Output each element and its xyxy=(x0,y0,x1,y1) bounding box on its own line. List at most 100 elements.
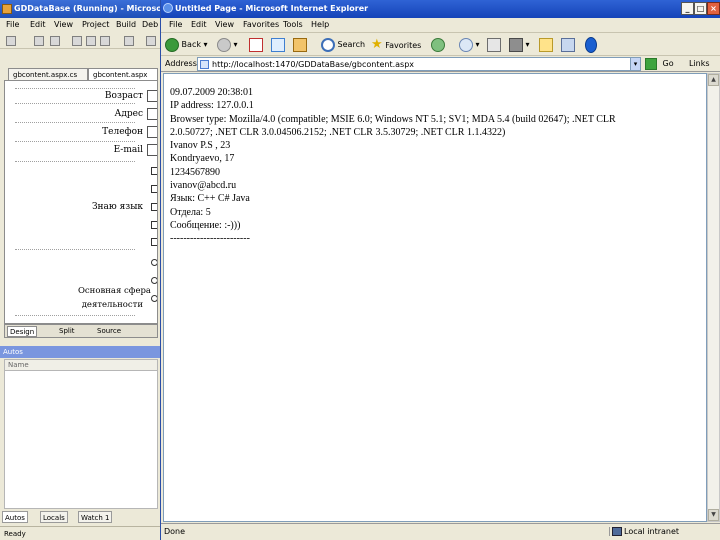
address-field[interactable] xyxy=(147,108,157,120)
stop-button[interactable] xyxy=(249,36,263,53)
status-zone: Local intranet xyxy=(609,527,679,536)
folder-button[interactable] xyxy=(539,36,553,53)
back-button[interactable]: Back ▾ xyxy=(165,36,208,53)
redo-icon[interactable] xyxy=(146,36,156,46)
mail-button[interactable]: ▾ xyxy=(459,36,480,53)
design-dotted-line xyxy=(15,249,135,250)
autos-column-name[interactable]: Name xyxy=(4,359,158,371)
scroll-down-icon[interactable]: ▼ xyxy=(708,509,719,521)
vs-menu-bar: File Edit View Project Build Deb xyxy=(0,18,162,33)
refresh-icon xyxy=(271,37,285,52)
vs-menu-file[interactable]: File xyxy=(6,20,19,29)
menu-view[interactable]: View xyxy=(215,20,234,29)
tab-autos[interactable]: Autos xyxy=(2,511,28,523)
vs-app-icon xyxy=(2,4,12,14)
save-icon[interactable] xyxy=(34,36,44,46)
copy-icon[interactable] xyxy=(86,36,96,46)
forward-button[interactable]: ▾ xyxy=(217,36,238,53)
forward-dropdown-icon[interactable]: ▾ xyxy=(234,40,238,49)
ie-menu-bar: File Edit View Favorites Tools Help xyxy=(161,18,720,33)
search-button[interactable]: Search xyxy=(321,36,365,53)
vs-menu-project[interactable]: Project xyxy=(82,20,109,29)
messenger-icon xyxy=(561,37,575,52)
content-line-ip: IP address: 127.0.0.1 xyxy=(170,100,254,112)
vs-menu-edit[interactable]: Edit xyxy=(30,20,46,29)
content-line-languages: Язык: C++ C# Java xyxy=(170,193,250,205)
menu-tools[interactable]: Tools xyxy=(283,20,303,29)
menu-edit[interactable]: Edit xyxy=(191,20,207,29)
vs-menu-debug[interactable]: Deb xyxy=(142,20,158,29)
tab-gbcontent-cs[interactable]: gbcontent.aspx.cs xyxy=(8,68,88,80)
language-checkbox-1[interactable] xyxy=(151,167,157,175)
close-button[interactable]: × xyxy=(707,2,720,15)
go-button[interactable]: Go xyxy=(645,57,674,71)
vs-title-bar[interactable]: GDDataBase (Running) - Microsoft Vi xyxy=(0,0,162,18)
edit-dropdown-icon[interactable]: ▾ xyxy=(526,40,530,49)
bluetooth-icon xyxy=(585,36,597,53)
vs-status-bar: Ready xyxy=(0,526,162,540)
design-dotted-line xyxy=(15,141,135,142)
email-field[interactable] xyxy=(147,144,157,156)
vs-title-text: GDDataBase (Running) - Microsoft Vi xyxy=(14,4,162,13)
tab-source[interactable]: Source xyxy=(95,326,123,337)
content-line-department: Отдела: 5 xyxy=(170,206,211,218)
tab-watch-1[interactable]: Watch 1 xyxy=(78,511,113,523)
cut-icon[interactable] xyxy=(72,36,82,46)
messenger-button[interactable] xyxy=(561,36,575,53)
address-dropdown-icon[interactable]: ▾ xyxy=(630,57,641,71)
undo-icon[interactable] xyxy=(124,36,134,46)
save-all-icon[interactable] xyxy=(50,36,60,46)
label-sphere-line1: Основная сфера xyxy=(77,286,151,296)
new-project-icon[interactable] xyxy=(6,36,16,46)
sphere-radio-2[interactable] xyxy=(151,277,157,284)
language-checkbox-4[interactable] xyxy=(151,221,157,229)
ie-title-bar[interactable]: Untitled Page - Microsoft Internet Explo… xyxy=(161,0,720,18)
label-languages: Знаю язык xyxy=(91,202,143,212)
tab-design[interactable]: Design xyxy=(7,326,38,337)
sphere-radio-3[interactable] xyxy=(151,295,157,302)
scroll-up-icon[interactable]: ▲ xyxy=(708,74,719,86)
label-email: E-mail xyxy=(113,145,143,155)
home-button[interactable] xyxy=(293,36,307,53)
content-line-address: Kondryaevo, 17 xyxy=(170,153,235,165)
bluetooth-button[interactable] xyxy=(585,36,597,53)
vertical-scrollbar[interactable]: ▲ ▼ xyxy=(707,73,720,522)
language-checkbox-2[interactable] xyxy=(151,185,157,193)
vs-menu-build[interactable]: Build xyxy=(116,20,136,29)
edit-button[interactable]: ▾ xyxy=(509,36,530,53)
home-icon xyxy=(293,37,307,52)
history-icon xyxy=(431,37,445,52)
language-checkbox-3[interactable] xyxy=(151,203,157,211)
mail-dropdown-icon[interactable]: ▾ xyxy=(476,40,480,49)
content-line-separator: ------------------------ xyxy=(170,233,250,245)
vs-menu-view[interactable]: View xyxy=(54,20,73,29)
tab-split[interactable]: Split xyxy=(57,326,77,337)
content-line-datetime: 09.07.2009 20:38:01 xyxy=(170,87,254,98)
vs-toolbar xyxy=(0,33,162,49)
address-url: http://localhost:1470/GDDataBase/gbconte… xyxy=(212,60,415,69)
paste-icon[interactable] xyxy=(100,36,110,46)
menu-favorites[interactable]: Favorites xyxy=(243,20,279,29)
vs-design-surface: Возраст Адрес Телефон E-mail Знаю язык О… xyxy=(4,80,158,324)
menu-file[interactable]: File xyxy=(169,20,182,29)
back-label: Back xyxy=(181,40,201,49)
sphere-radio-1[interactable] xyxy=(151,259,157,266)
tab-locals[interactable]: Locals xyxy=(40,511,68,523)
autos-panel-title: Autos xyxy=(0,346,162,358)
age-field[interactable] xyxy=(147,90,157,102)
minimize-button[interactable]: _ xyxy=(681,2,694,15)
history-button[interactable] xyxy=(431,36,445,53)
print-button[interactable] xyxy=(487,36,501,53)
maximize-button[interactable]: □ xyxy=(694,2,707,15)
favorites-button[interactable]: ★ Favorites xyxy=(371,36,421,53)
back-dropdown-icon[interactable]: ▾ xyxy=(204,40,208,49)
menu-help[interactable]: Help xyxy=(311,20,329,29)
address-input[interactable]: http://localhost:1470/GDDataBase/gbconte… xyxy=(197,57,641,71)
ie-status-bar: Done Local intranet xyxy=(161,523,720,540)
links-button[interactable]: Links xyxy=(689,59,710,68)
tab-gbcontent-aspx[interactable]: gbcontent.aspx xyxy=(88,68,158,80)
ie-logo-icon xyxy=(163,3,173,13)
phone-field[interactable] xyxy=(147,126,157,138)
refresh-button[interactable] xyxy=(271,36,285,53)
language-checkbox-5[interactable] xyxy=(151,238,157,246)
